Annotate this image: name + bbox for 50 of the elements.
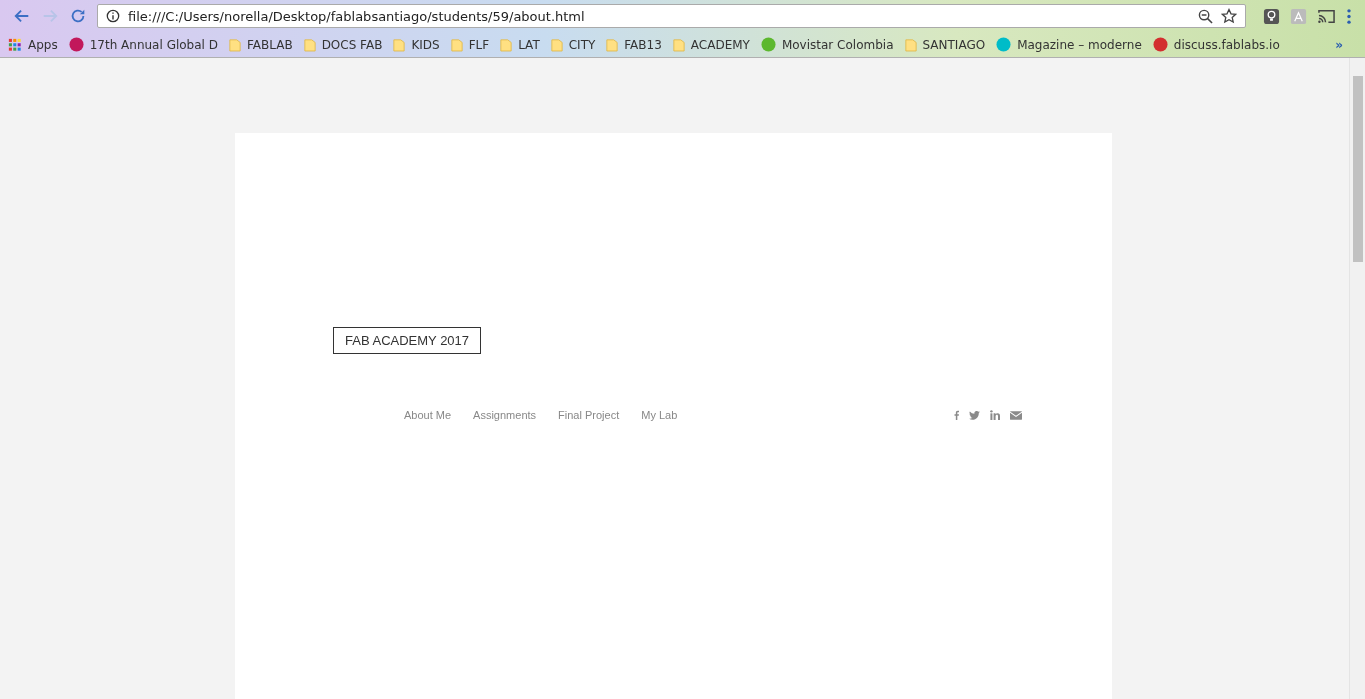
menu-icon[interactable] (1346, 7, 1352, 25)
cast-icon[interactable] (1317, 7, 1336, 25)
bookmark[interactable]: KIDS (393, 37, 440, 52)
linkedin-icon[interactable] (990, 410, 1000, 420)
bookmark[interactable]: ACADEMY (672, 37, 750, 52)
bookmark[interactable]: Movistar Colombia (760, 37, 894, 52)
site-icon (1152, 37, 1168, 52)
site-icon (760, 37, 776, 52)
folder-icon (904, 37, 917, 52)
twitter-icon[interactable] (969, 410, 980, 420)
folder-icon (450, 37, 463, 52)
folder-icon (393, 37, 406, 52)
folder-icon (500, 37, 513, 52)
bookmark[interactable]: SANTIAGO (904, 37, 986, 52)
site-icon (68, 37, 84, 52)
email-icon[interactable] (1010, 410, 1022, 420)
nav-link[interactable]: Final Project (558, 409, 620, 421)
site-icon (996, 37, 1012, 52)
folder-icon (672, 37, 685, 52)
url-text: file:///C:/Users/norella/Desktop/fablabsantiago/students/59/about.html (128, 8, 586, 24)
folder-icon (606, 37, 619, 52)
zoom-icon[interactable] (1198, 8, 1213, 24)
reload-icon[interactable] (69, 7, 87, 25)
bookmark[interactable]: FAB13 (606, 37, 662, 52)
bookmark[interactable]: FABLAB (228, 37, 293, 52)
folder-icon (303, 37, 316, 52)
more-bookmarks-button[interactable]: » (1335, 37, 1343, 52)
address-bar[interactable]: file:///C:/Users/norella/Desktop/fablabsantiago/students/59/about.html (97, 4, 1246, 28)
folder-icon (550, 37, 563, 52)
facebook-icon[interactable] (954, 410, 959, 420)
bookmark[interactable]: DOCS FAB (303, 37, 383, 52)
folder-icon (228, 37, 241, 52)
nav-link[interactable]: Assignments (473, 409, 537, 421)
bookmark[interactable]: Apps (8, 37, 58, 52)
nav-link[interactable]: My Lab (641, 409, 678, 421)
back-icon[interactable] (13, 7, 31, 25)
info-icon (106, 9, 120, 23)
scrollbar[interactable] (1349, 58, 1365, 699)
apps-grid-icon (8, 37, 22, 52)
bookmark[interactable]: Magazine – moderne (996, 37, 1142, 52)
bookmark[interactable]: FLF (450, 37, 490, 52)
bulb-icon[interactable] (1263, 7, 1280, 25)
bookmark[interactable]: LAT (500, 37, 540, 52)
nav-link[interactable]: About Me (404, 409, 452, 421)
bookmark[interactable]: CITY (550, 37, 596, 52)
scrollbar-thumb[interactable] (1353, 76, 1363, 262)
star-icon[interactable] (1221, 8, 1237, 24)
bookmark[interactable]: 17th Annual Global D (68, 37, 218, 52)
course-label: FAB ACADEMY 2017 (333, 327, 482, 354)
bookmark[interactable]: discuss.fablabs.io (1152, 37, 1280, 52)
